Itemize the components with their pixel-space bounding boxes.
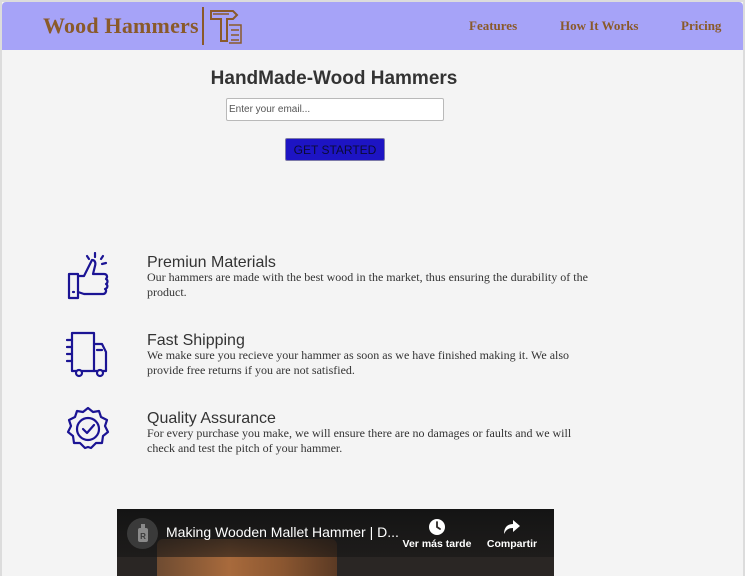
nav-link-how-it-works[interactable]: How It Works bbox=[560, 18, 639, 34]
email-input[interactable] bbox=[226, 98, 444, 121]
share-arrow-icon bbox=[504, 520, 520, 534]
share-button[interactable]: Compartir bbox=[477, 518, 547, 550]
channel-logo-icon: R bbox=[137, 523, 148, 542]
hammer-icon bbox=[209, 10, 242, 44]
get-started-button[interactable]: GET STARTED bbox=[285, 138, 385, 161]
logo-divider bbox=[201, 7, 204, 45]
logo[interactable]: Wood Hammers bbox=[43, 4, 245, 48]
share-label: Compartir bbox=[486, 538, 538, 550]
nav-link-features[interactable]: Features bbox=[469, 18, 517, 34]
nav-link-pricing[interactable]: Pricing bbox=[681, 18, 721, 34]
page: Wood Hammers Features How It Works Prici… bbox=[2, 2, 743, 576]
logo-text: Wood Hammers bbox=[43, 13, 199, 38]
thumbs-up-icon bbox=[67, 252, 109, 300]
watch-later-label: Ver más tarde bbox=[402, 538, 472, 550]
site-header: Wood Hammers Features How It Works Prici… bbox=[2, 2, 743, 50]
channel-avatar[interactable]: R bbox=[127, 518, 158, 549]
feature-description: We make sure you recieve your hammer as … bbox=[147, 348, 570, 377]
svg-text:R: R bbox=[140, 532, 146, 541]
embedded-video[interactable]: R Making Wooden Mallet Hammer | D... Ver… bbox=[117, 509, 554, 576]
video-title[interactable]: Making Wooden Mallet Hammer | D... bbox=[166, 524, 399, 540]
quality-badge-icon bbox=[66, 406, 110, 450]
watch-later-button[interactable]: Ver más tarde bbox=[402, 518, 472, 550]
page-title: HandMade-Wood Hammers bbox=[210, 68, 458, 89]
feature-description: Our hammers are made with the best wood … bbox=[147, 270, 588, 299]
delivery-truck-icon bbox=[66, 331, 108, 378]
feature-description: For every purchase you make, we will ens… bbox=[147, 426, 572, 455]
clock-icon bbox=[429, 519, 445, 535]
